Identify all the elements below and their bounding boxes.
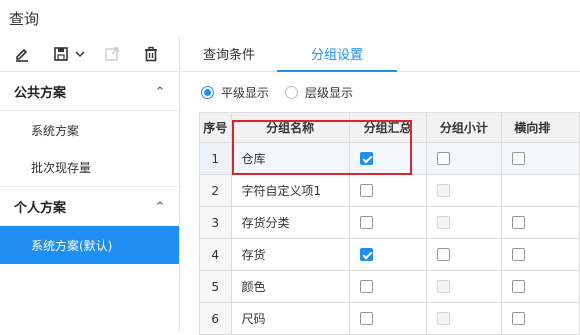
col-header-index: 序号: [199, 112, 232, 143]
settings-panel: 查询条件 分组设置 平级显示 层级显示 序号 分组名称 分组汇总 分组小计 横向…: [181, 36, 580, 335]
checkbox-checked[interactable]: [359, 152, 373, 165]
row-checkbox-cell: [501, 270, 580, 303]
table-row[interactable]: 4 存货: [199, 238, 580, 271]
checkbox[interactable]: [359, 280, 373, 293]
checkbox[interactable]: [359, 312, 373, 325]
export-icon[interactable]: [101, 43, 122, 65]
row-checkbox-cell: [501, 238, 580, 271]
row-checkbox-cell: [425, 174, 503, 207]
radio-hierarchy-label: 层级显示: [305, 85, 354, 100]
row-checkbox-cell: [348, 206, 427, 239]
scheme-sidebar: 公共方案 ^ 系统方案 批次现存量 个人方案 ^ 系统方案(默认): [0, 36, 180, 332]
scheme-item-system[interactable]: 系统方案: [0, 111, 179, 149]
row-index: 3: [199, 206, 232, 239]
row-group-name: 颜色: [230, 270, 350, 303]
display-mode-radios: 平级显示 层级显示: [181, 72, 580, 112]
public-scheme-label: 公共方案: [14, 85, 67, 101]
checkbox: [436, 216, 450, 229]
row-checkbox-cell: [425, 142, 503, 175]
row-index: 5: [199, 270, 232, 303]
public-scheme-header[interactable]: 公共方案 ^: [0, 72, 179, 111]
checkbox[interactable]: [359, 184, 373, 197]
scheme-item-system-default[interactable]: 系统方案(默认): [0, 226, 179, 264]
row-index: 4: [199, 238, 232, 271]
tab-group-settings[interactable]: 分组设置: [277, 35, 397, 71]
radio-flat-display[interactable]: 平级显示: [201, 84, 269, 101]
col-header-group-total: 分组汇总: [348, 112, 427, 143]
checkbox-checked[interactable]: [359, 248, 373, 261]
delete-icon[interactable]: [140, 43, 161, 65]
radio-flat-label: 平级显示: [221, 85, 270, 100]
checkbox: [436, 184, 450, 197]
checkbox: [436, 312, 450, 325]
chevron-up-icon[interactable]: ^: [155, 86, 165, 97]
chevron-down-icon[interactable]: [74, 43, 85, 65]
row-checkbox-cell: [501, 174, 580, 207]
row-checkbox-cell: [348, 270, 427, 303]
checkbox[interactable]: [512, 216, 526, 229]
row-index: 2: [199, 174, 232, 207]
sidebar-toolbar: [0, 36, 179, 72]
row-group-name: 存货: [230, 238, 350, 271]
row-group-name: 存货分类: [230, 206, 350, 239]
col-header-horizontal: 横向排: [501, 112, 580, 143]
checkbox[interactable]: [512, 248, 526, 261]
col-header-group-name: 分组名称: [230, 112, 350, 143]
row-checkbox-cell: [425, 206, 503, 239]
table-row[interactable]: 1 仓库: [199, 142, 580, 175]
group-settings-table: 序号 分组名称 分组汇总 分组小计 横向排 1 仓库 2 字符自定义项1 3 存货分类 4 存…: [199, 112, 580, 335]
table-row[interactable]: 2 字符自定义项1: [199, 174, 580, 207]
checkbox[interactable]: [359, 216, 373, 229]
table-row[interactable]: 6 尺码: [199, 302, 580, 335]
tab-bar: 查询条件 分组设置: [181, 36, 580, 72]
row-checkbox-cell: [425, 302, 503, 335]
row-checkbox-cell: [501, 142, 580, 175]
chevron-up-icon[interactable]: ^: [155, 201, 165, 212]
tab-query-conditions[interactable]: 查询条件: [181, 35, 277, 71]
window-title: 查询: [9, 9, 40, 28]
row-group-name: 尺码: [230, 302, 350, 335]
edit-icon[interactable]: [12, 43, 33, 65]
radio-dot[interactable]: [201, 85, 214, 99]
col-header-group-subtotal: 分组小计: [425, 112, 503, 143]
row-checkbox-cell: [348, 238, 427, 271]
checkbox[interactable]: [512, 312, 526, 325]
row-checkbox-cell: [348, 142, 427, 175]
personal-scheme-header[interactable]: 个人方案 ^: [0, 187, 179, 226]
row-checkbox-cell: [348, 174, 427, 207]
row-index: 1: [199, 142, 232, 175]
table-row[interactable]: 3 存货分类: [199, 206, 580, 239]
checkbox[interactable]: [512, 152, 526, 165]
checkbox: [436, 280, 450, 293]
checkbox[interactable]: [436, 248, 450, 261]
row-checkbox-cell: [501, 206, 580, 239]
save-icon[interactable]: [51, 43, 72, 65]
row-group-name: 仓库: [230, 142, 350, 175]
row-checkbox-cell: [501, 302, 580, 335]
table-row[interactable]: 5 颜色: [199, 270, 580, 303]
active-tab-indicator: [277, 70, 397, 72]
scheme-item-batch-stock[interactable]: 批次现存量: [0, 149, 179, 187]
radio-dot[interactable]: [285, 85, 299, 99]
row-index: 6: [199, 302, 232, 335]
checkbox[interactable]: [512, 280, 526, 293]
personal-scheme-label: 个人方案: [14, 200, 67, 216]
checkbox[interactable]: [436, 152, 450, 165]
row-checkbox-cell: [348, 302, 427, 335]
radio-hierarchy-display[interactable]: 层级显示: [285, 84, 353, 101]
table-header-row: 序号 分组名称 分组汇总 分组小计 横向排: [199, 112, 580, 143]
row-checkbox-cell: [425, 238, 503, 271]
row-checkbox-cell: [425, 270, 503, 303]
row-group-name: 字符自定义项1: [230, 174, 350, 207]
